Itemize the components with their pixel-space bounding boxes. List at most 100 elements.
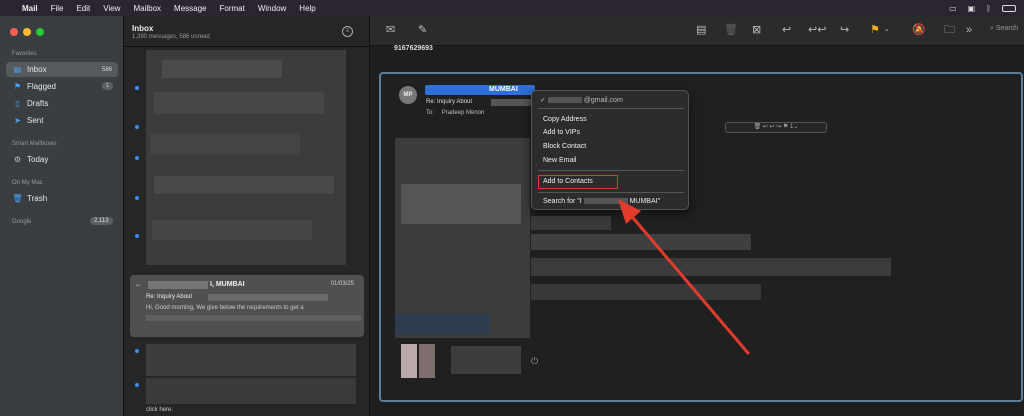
blurred-body — [531, 284, 761, 300]
unread-dot — [135, 349, 139, 353]
attachment-thumbnail[interactable] — [419, 344, 435, 378]
reply-icon[interactable]: ↩ — [782, 23, 791, 37]
menu-file[interactable]: File — [51, 4, 64, 13]
minimize-window-button[interactable] — [23, 28, 31, 36]
selected-message[interactable]: ↩ I, MUMBAI 01/03/25 Re: Inquiry About H… — [130, 275, 364, 337]
search-field[interactable]: ⌕ Search — [990, 25, 1018, 33]
email-domain: @gmail.com — [583, 97, 623, 104]
blurred-body — [531, 234, 751, 250]
junk-icon[interactable]: ⊠ — [752, 23, 761, 37]
unread-dot — [135, 86, 139, 90]
sidebar-item-label: Trash — [27, 194, 48, 203]
sidebar-item-inbox[interactable]: ▤ Inbox 586 — [6, 62, 118, 77]
menu-app[interactable]: Mail — [22, 4, 38, 13]
compose-icon[interactable]: ✎ — [418, 23, 427, 37]
folder-icon[interactable]: 🗀 — [944, 23, 955, 37]
unread-dot — [135, 383, 139, 387]
click-here-text: click here. — [146, 407, 174, 413]
blurred-subject — [208, 294, 328, 301]
menu-item-block-contact[interactable]: Block Contact — [543, 143, 586, 150]
favorites-header: Favorites — [12, 51, 37, 57]
sender-name[interactable]: MUMBAI — [489, 86, 518, 93]
attachment-thumbnail[interactable] — [401, 344, 417, 378]
archive-icon[interactable]: ▤ — [696, 23, 706, 37]
menu-help[interactable]: Help — [299, 4, 315, 13]
menu-format[interactable]: Format — [220, 4, 245, 13]
previous-message-text: 9167629693 — [394, 45, 433, 52]
reply-all-icon[interactable]: ↩↩ — [808, 23, 826, 37]
blurred-body — [395, 138, 530, 338]
sidebar-item-label: Sent — [27, 116, 44, 125]
menu-item-add-to-contacts[interactable]: Add to Contacts — [543, 178, 593, 185]
battery-icon[interactable] — [1002, 4, 1016, 12]
sidebar-item-today[interactable]: ⚙ Today — [6, 152, 118, 167]
menu-message[interactable]: Message — [174, 4, 206, 13]
blurred-message[interactable] — [146, 378, 356, 404]
forward-icon[interactable]: ↪ — [840, 23, 849, 37]
mute-bell-icon[interactable]: 🔕 — [912, 23, 926, 37]
divider — [538, 108, 684, 109]
flagged-count: 1 — [101, 82, 113, 90]
filter-icon[interactable]: ≡ — [342, 26, 353, 37]
blurred-sender — [148, 281, 208, 289]
sidebar-item-flagged[interactable]: ⚑ Flagged 1 — [6, 79, 118, 94]
sidebar-item-label: Flagged — [27, 82, 56, 91]
menu-item-new-email[interactable]: New Email — [543, 157, 576, 164]
trash-icon[interactable]: 🗑 — [724, 23, 738, 37]
chevrons-icon[interactable]: » — [966, 23, 972, 37]
menu-window[interactable]: Window — [258, 4, 286, 13]
search-icon: ⌕ — [989, 25, 994, 32]
menu-item-add-to-vips[interactable]: Add to VIPs — [543, 129, 580, 136]
search-placeholder: Search — [995, 25, 1018, 32]
screen-icon[interactable]: ▭ — [949, 4, 957, 13]
unread-dot — [135, 196, 139, 200]
blurred-text — [162, 60, 282, 78]
on-my-mac-header: On My Mac — [12, 180, 43, 186]
window-icon[interactable]: ▣ — [968, 4, 976, 13]
blurred-body — [401, 184, 521, 224]
sidebar-item-drafts[interactable]: ▯ Drafts — [6, 96, 118, 111]
search-suffix: MUMBAI" — [629, 198, 661, 205]
blurred-text — [150, 134, 300, 154]
sender-chip[interactable] — [425, 85, 535, 95]
blurred-message[interactable] — [146, 344, 356, 376]
menu-edit[interactable]: Edit — [76, 4, 90, 13]
header-subject: Re: Inquiry About — [426, 99, 473, 105]
unread-dot — [135, 125, 139, 129]
menu-view[interactable]: View — [103, 4, 120, 13]
bluetooth-icon[interactable]: ᛒ — [986, 4, 991, 13]
blurred-body — [531, 258, 891, 276]
sidebar-item-label: Drafts — [27, 99, 49, 108]
sidebar: Favorites ▤ Inbox 586 ⚑ Flagged 1 ▯ Draf… — [0, 16, 124, 416]
chevron-down-icon[interactable]: ⌄ — [884, 23, 890, 37]
blurred-body — [395, 314, 490, 334]
message-actions[interactable]: 🗑 ↩ ↩ ↪ ⚑ 1⌄ — [725, 122, 827, 133]
window-controls — [10, 28, 44, 36]
flag-icon[interactable]: ⚑ — [870, 23, 880, 37]
toolbar: ✉ ✎ ▤ 🗑 ⊠ ↩ ↩↩ ↪ ⚑ ⌄ 🔕 🗀 » ⌕ Search — [370, 16, 1024, 46]
avatar: MP — [399, 86, 417, 104]
google-header[interactable]: Google — [12, 219, 31, 225]
blurred-subject — [491, 99, 531, 106]
google-count: 2,113 — [90, 217, 113, 225]
inbox-icon: ▤ — [13, 65, 22, 74]
zoom-window-button[interactable] — [36, 28, 44, 36]
message-card: MP MUMBAI Re: Inquiry About To: Pradeep … — [379, 72, 1023, 402]
divider — [538, 192, 684, 193]
menu-mailbox[interactable]: Mailbox — [133, 4, 161, 13]
flag-icon: ⚑ — [13, 82, 22, 91]
menu-item-search-for[interactable]: Search for "I MUMBAI" — [543, 198, 660, 205]
paper-plane-icon: ➤ — [14, 116, 21, 125]
power-icon[interactable]: ⏻ — [531, 356, 538, 367]
sidebar-item-sent[interactable]: ➤ Sent — [6, 113, 118, 128]
envelope-icon[interactable]: ✉ — [386, 23, 395, 37]
unread-count: 586 — [101, 66, 112, 73]
close-window-button[interactable] — [10, 28, 18, 36]
message-preview: Hi, Good morning, We give below the requ… — [146, 305, 304, 311]
document-icon: ▯ — [15, 99, 20, 108]
sidebar-item-trash[interactable]: 🗑 Trash — [6, 191, 118, 206]
divider — [124, 46, 370, 47]
to-name[interactable]: Pradeep Menon — [442, 110, 485, 116]
context-menu: ✓ @gmail.com Copy Address Add to VIPs Bl… — [531, 90, 689, 210]
menu-item-copy-address[interactable]: Copy Address — [543, 116, 587, 123]
